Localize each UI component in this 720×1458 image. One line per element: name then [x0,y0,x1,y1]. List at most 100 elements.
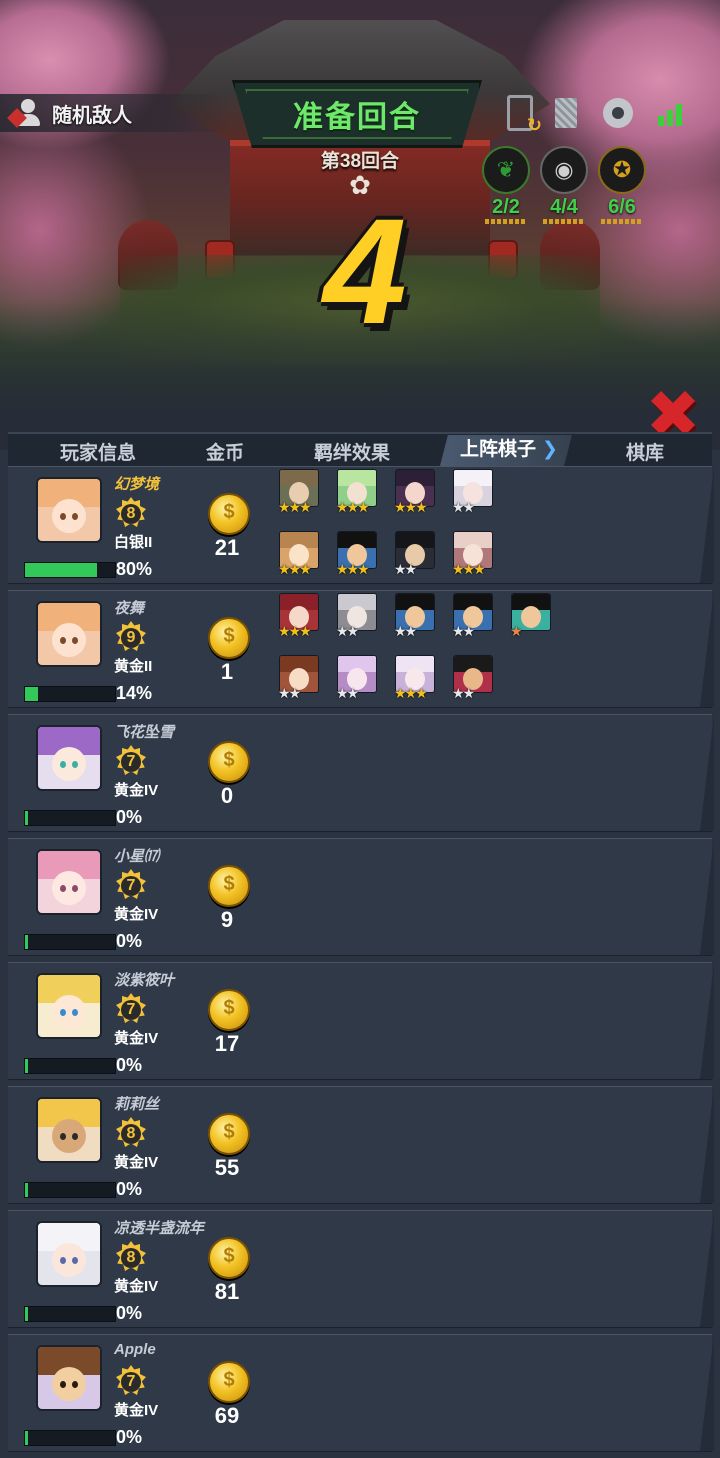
player-name: 幻梦境 [114,476,160,493]
phone-rotate-button[interactable] [500,94,542,136]
unit-card[interactable]: ★★ [452,655,493,703]
rank-label: 黄金IV [114,1154,159,1171]
player-row[interactable]: 夜舞 9 黄金II 14% 1 ★★★ ★★ ★★ ★★ ★ ★★ ★★ ★★★… [8,590,714,708]
player-row[interactable]: 幻梦境 8 白银II 80% 21 ★★★ ★★★ ★★★ ★★ ★★★ ★★★… [8,466,714,584]
avatar [36,1221,102,1287]
player-row[interactable]: 凉透半盏流年 8 黄金IV 0% 81 [8,1210,714,1328]
chevron-right-icon: ❯ [542,439,558,460]
gold-coin-icon [208,989,250,1031]
deployed-units: ★★★ ★★★ ★★★ ★★ ★★★ ★★★ ★★ ★★★ [278,469,558,581]
trait-eye[interactable]: ◉ 4/4 [538,146,590,224]
hp-bar [24,562,116,578]
phase-banner: 准备回合 [232,80,482,148]
hp-fill [25,1183,28,1197]
unit-card[interactable]: ★★★ [394,469,435,517]
seal-icon: ✪ [598,146,646,194]
player-row[interactable]: Apple 7 黄金IV 0% 69 [8,1334,714,1452]
tab-player-info[interactable]: 玩家信息 [60,438,136,465]
unit-card[interactable]: ★★★ [278,469,319,517]
hp-fill [25,1059,28,1073]
player-name: 夜舞 [114,600,145,617]
network-signal [650,94,690,132]
tab-deployed[interactable]: 上阵棋子 ❯ [440,435,572,466]
avatar [36,973,102,1039]
hp-fill [25,563,97,577]
unit-card[interactable]: ★★ [452,469,493,517]
gear-icon [597,87,633,133]
tab-deployed-label: 上阵棋子 [460,439,537,460]
gold-amount: 1 [220,659,234,684]
unit-card[interactable]: ★★ [452,593,493,641]
hp-percent: 0% [116,931,143,951]
player-row[interactable]: 小星⒄ 7 黄金IV 0% 9 [8,838,714,956]
gold-coin-icon [208,741,250,783]
unit-card[interactable]: ★★★ [336,531,377,579]
unit-card[interactable]: ★★ [336,655,377,703]
tab-synergy[interactable]: 羁绊效果 [314,438,390,465]
tab-bench[interactable]: 棋库 [626,438,664,465]
player-row[interactable]: 淡紫筱叶 7 黄金IV 0% 17 [8,962,714,1080]
player-list: 幻梦境 8 白银II 80% 21 ★★★ ★★★ ★★★ ★★ ★★★ ★★★… [8,466,714,1458]
hp-fill [25,1307,28,1321]
gold-amount: 81 [214,1279,240,1304]
tab-gold[interactable]: 金币 [206,438,244,465]
gold-coin-icon [208,617,250,659]
trait-count: 2/2 [492,196,520,218]
unit-card[interactable]: ★ [510,593,551,641]
gold-amount: 21 [214,535,240,560]
gold-coin-icon [208,1361,250,1403]
phone-rotate-icon [507,95,542,136]
avatar [36,1097,102,1163]
trait-leaf[interactable]: ❦ 2/2 [480,146,532,224]
level-badge: 7 [116,745,146,775]
player-name: Apple [114,1341,156,1358]
level-badge: 7 [116,869,146,899]
hp-percent: 0% [116,1303,143,1323]
unit-card[interactable]: ★★★ [452,531,493,579]
eye-icon: ◉ [540,146,588,194]
rank-label: 黄金IV [114,906,159,923]
hp-fill [25,935,28,949]
unit-card[interactable]: ★★ [394,593,435,641]
level-badge: 8 [116,1241,146,1271]
hp-fill [25,1431,28,1445]
hp-bar [24,810,116,826]
gold-coin-icon [208,865,250,907]
countdown-timer: 4 [323,187,407,355]
random-enemy-indicator[interactable]: 随机敌人 [0,94,230,132]
player-name: 莉莉丝 [114,1096,160,1113]
unit-card[interactable]: ★★★ [278,593,319,641]
level-badge: 9 [116,621,146,651]
leaf-icon: ❦ [482,146,530,194]
player-name: 淡紫筱叶 [114,972,175,989]
unit-card[interactable]: ★★★ [394,655,435,703]
unit-card[interactable]: ★★ [394,531,435,579]
rank-label: 黄金IV [114,1402,159,1419]
level-badge: 7 [116,1365,146,1395]
rank-label: 白银II [114,534,153,551]
gold-coin-icon [208,1237,250,1279]
card-icon [555,98,577,128]
card-deck-button[interactable] [546,94,586,132]
settings-button[interactable] [597,87,638,133]
unit-card[interactable]: ★★★ [278,531,319,579]
gold-amount: 55 [214,1155,240,1180]
player-name: 飞花坠雪 [114,724,175,741]
hp-percent: 0% [116,1427,143,1447]
hp-bar [24,934,116,950]
hp-bar [24,686,116,702]
player-row[interactable]: 莉莉丝 8 黄金IV 0% 55 [8,1086,714,1204]
avatar [36,849,102,915]
avatar [36,1345,102,1411]
unit-card[interactable]: ★★ [278,655,319,703]
gold-amount: 17 [214,1031,240,1056]
rank-label: 黄金IV [114,782,159,799]
hp-bar [24,1430,116,1446]
unit-card[interactable]: ★★ [336,593,377,641]
hp-percent: 14% [116,683,153,703]
unit-card[interactable]: ★★★ [336,469,377,517]
rank-label: 黄金II [114,658,153,675]
player-row[interactable]: 飞花坠雪 7 黄金IV 0% 0 [8,714,714,832]
gold-coin-icon [208,1113,250,1155]
trait-seal[interactable]: ✪ 6/6 [596,146,648,224]
